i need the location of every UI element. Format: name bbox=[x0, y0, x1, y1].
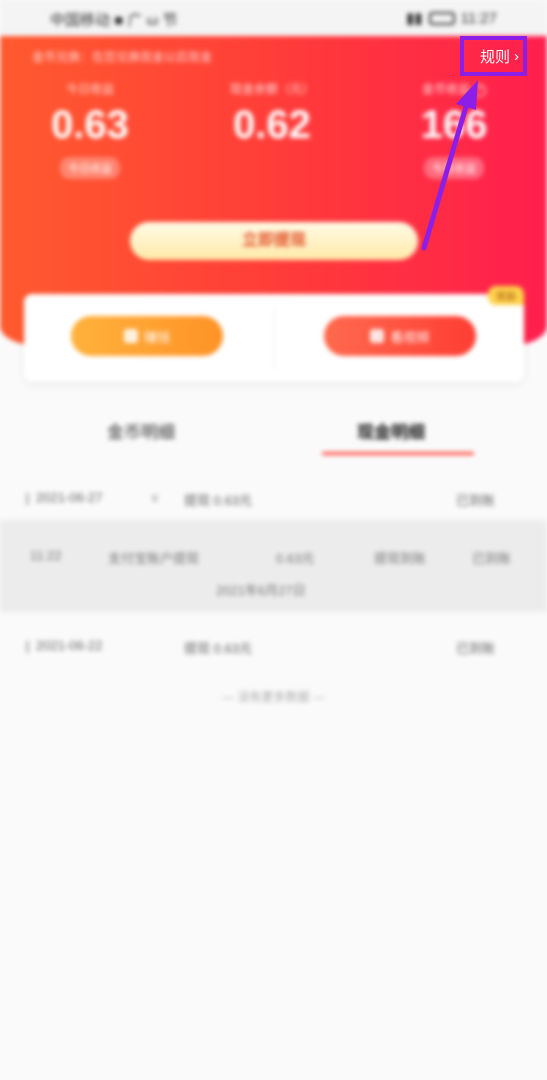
pointer-arrow-icon bbox=[421, 80, 478, 251]
